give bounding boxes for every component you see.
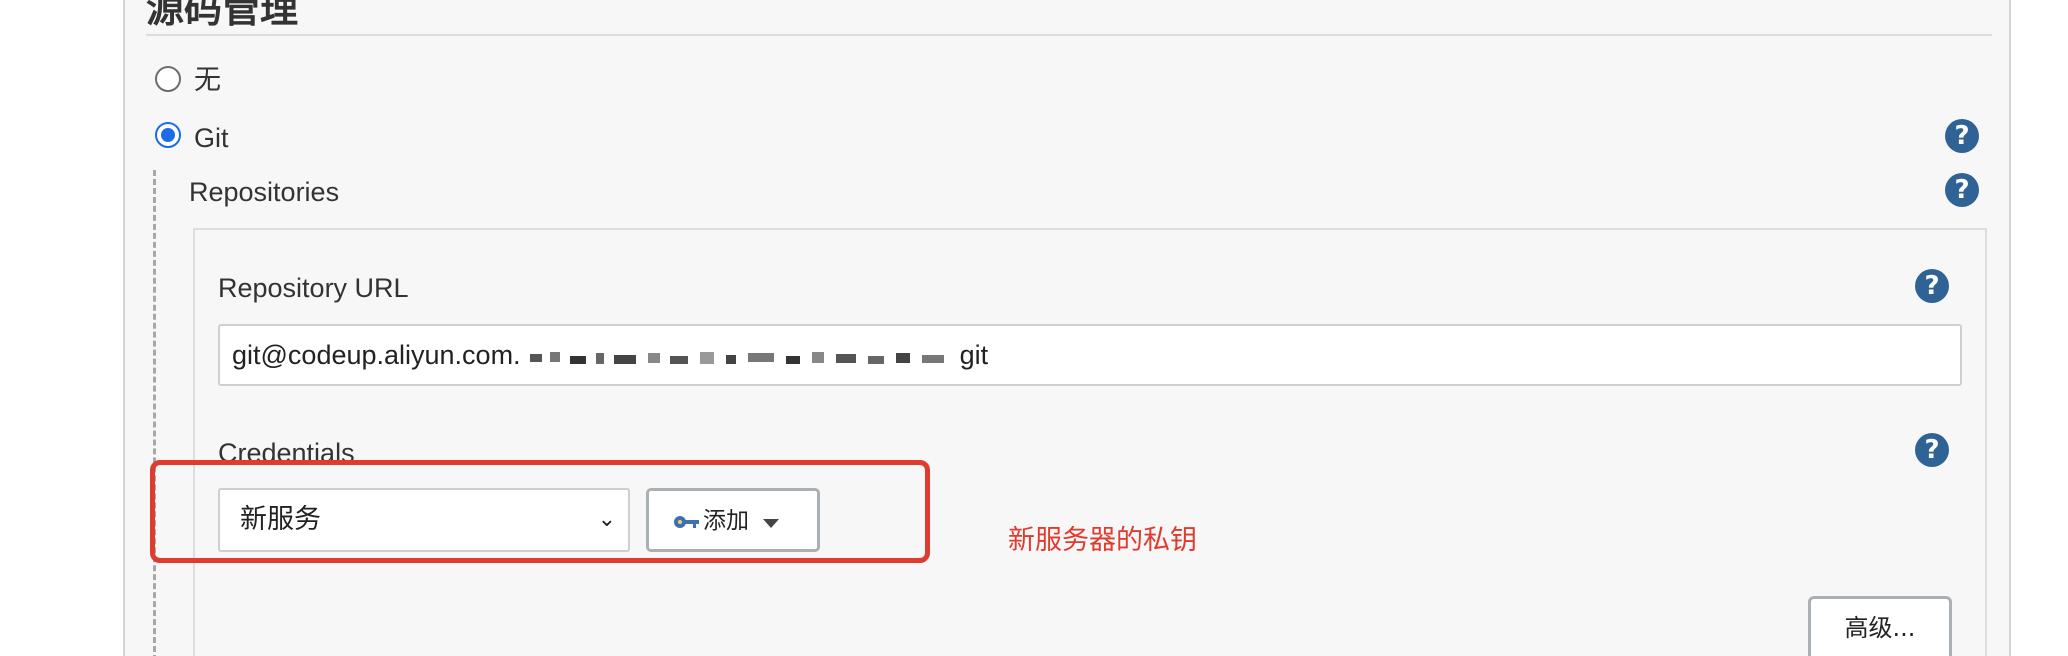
jenkins-config-page: 源码管理 无 Git ? Repositories ? Repository U… (0, 0, 2068, 656)
annotation-text: 新服务器的私钥 (1008, 525, 1197, 556)
section-title: 源码管理 (146, 0, 299, 31)
repository-url-help-icon[interactable]: ? (1915, 269, 1949, 303)
repository-url-input[interactable]: git@codeup.aliyun.com. git (218, 324, 1962, 386)
section-divider (146, 34, 1992, 36)
annotation-highlight-box (150, 460, 930, 563)
advanced-button[interactable]: 高级... (1808, 596, 1952, 656)
credentials-help-icon[interactable]: ? (1915, 433, 1949, 467)
repository-url-suffix: git (959, 340, 989, 370)
git-help-icon[interactable]: ? (1945, 119, 1979, 153)
repository-url-prefix: git@codeup.aliyun.com. (232, 340, 521, 370)
nested-section-rail (153, 170, 156, 656)
repository-url-label: Repository URL (218, 273, 409, 303)
repository-entry-box (193, 228, 1987, 656)
repositories-label: Repositories (189, 177, 340, 207)
repositories-help-icon[interactable]: ? (1945, 173, 1979, 207)
radio-none-label: 无 (194, 65, 221, 95)
radio-git[interactable] (155, 122, 181, 148)
radio-none[interactable] (155, 66, 181, 92)
redacted-text-mask (530, 351, 945, 364)
radio-git-label: Git (194, 123, 229, 153)
